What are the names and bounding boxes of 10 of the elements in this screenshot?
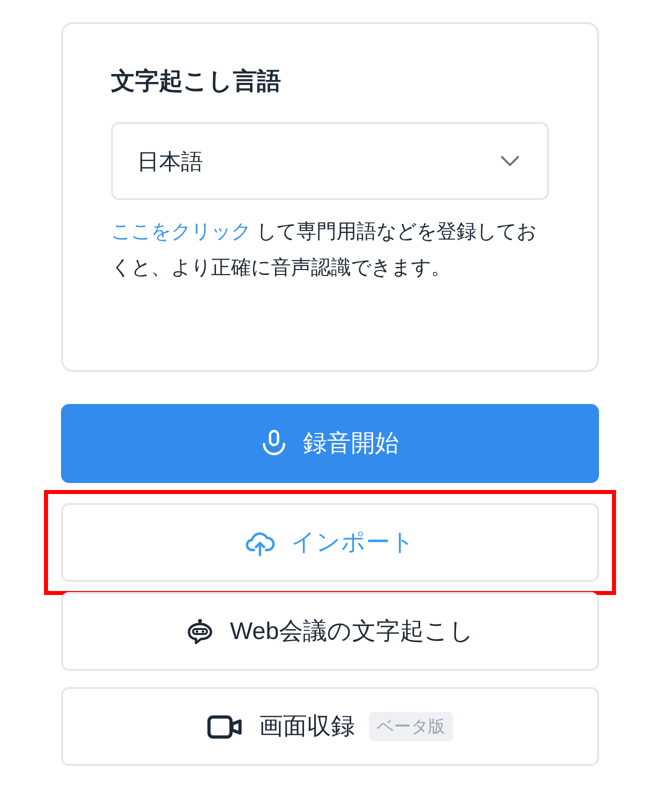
language-select[interactable]: 日本語: [111, 122, 549, 200]
screen-record-button[interactable]: 画面収録 ベータ版: [61, 687, 599, 766]
web-meeting-button[interactable]: Web会議の文字起こし: [61, 592, 599, 671]
chevron-down-icon: [501, 156, 519, 166]
help-text: ここをクリック して専門用語などを登録しておくと、より正確に音声認識できます。: [111, 220, 538, 281]
robot-chat-icon: [186, 618, 214, 646]
video-camera-icon: [207, 714, 243, 740]
card-title: 文字起こし言語: [111, 67, 282, 97]
cloud-upload-icon: [245, 530, 275, 556]
beta-badge: ベータ版: [369, 712, 453, 742]
